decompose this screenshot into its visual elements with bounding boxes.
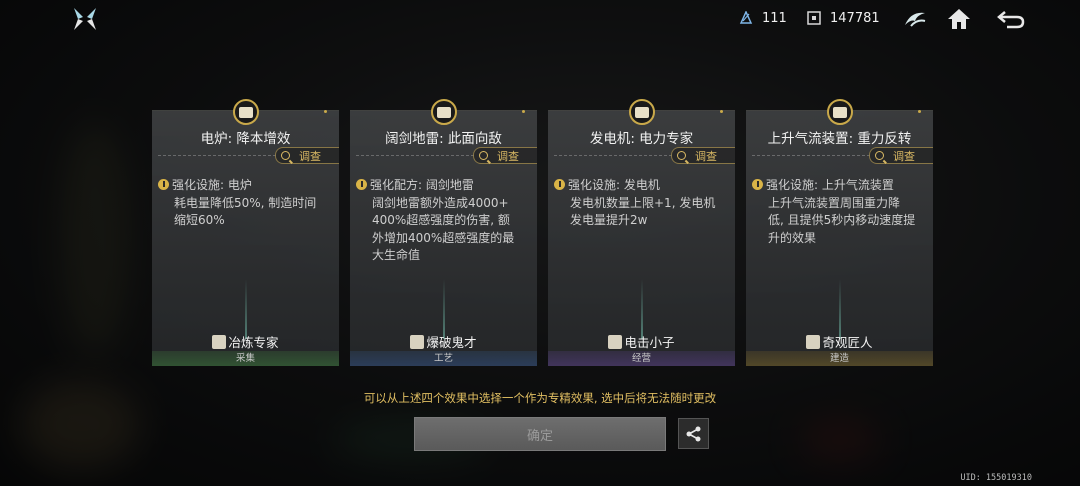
corner-dot bbox=[324, 110, 327, 113]
inspect-button[interactable]: 调查 bbox=[869, 147, 933, 164]
light-beam bbox=[640, 279, 643, 339]
category-tag: 采集 bbox=[152, 351, 339, 366]
inspect-button[interactable]: 调查 bbox=[671, 147, 735, 164]
card-title: 电炉: 降本增效 bbox=[200, 131, 291, 147]
generator-badge-icon bbox=[628, 99, 655, 125]
effect-line: 耗电量降低50%, 制造时间 bbox=[174, 195, 317, 210]
furnace-badge-icon bbox=[232, 99, 259, 125]
info-icon bbox=[356, 179, 367, 190]
effect-description: 强化设施: 上升气流装置 上升气流装置周围重力降 低, 且提供5秒内移动速度提 … bbox=[752, 177, 925, 247]
specialization-card-updraft[interactable]: 上升气流装置: 重力反转 调查 强化设施: 上升气流装置 上升气流装置周围重力降… bbox=[746, 99, 933, 366]
inspect-label: 调查 bbox=[497, 149, 519, 163]
effect-line: 强化设施: 电炉 bbox=[172, 178, 252, 192]
talent-name: 冶炼专家 bbox=[228, 335, 279, 350]
category-tag: 建造 bbox=[746, 351, 933, 366]
confirm-button[interactable]: 确定 bbox=[414, 417, 666, 451]
talent-icon bbox=[806, 334, 821, 349]
effect-line: 强化配方: 阔剑地雷 bbox=[370, 178, 474, 192]
share-button[interactable] bbox=[678, 418, 709, 449]
mode-icon[interactable] bbox=[900, 6, 930, 32]
talent-label: 电击小子 bbox=[548, 332, 735, 351]
inspect-label: 调查 bbox=[695, 149, 717, 163]
effect-description: 强化配方: 阔剑地雷 阔剑地雷额外造成4000+ 400%超感强度的伤害, 额 … bbox=[356, 177, 529, 265]
crystal-icon bbox=[738, 10, 754, 26]
effect-line: 400%超感强度的伤害, 额 bbox=[372, 213, 510, 227]
currency-value: 147781 bbox=[830, 10, 880, 26]
effect-line: 强化设施: 上升气流装置 bbox=[766, 178, 894, 192]
crystal-value: 111 bbox=[762, 10, 787, 26]
talent-name: 奇观匠人 bbox=[822, 335, 873, 350]
top-bar: 111 147781 bbox=[0, 0, 1080, 40]
crystal-counter: 111 bbox=[738, 10, 787, 26]
light-beam bbox=[442, 279, 445, 339]
claymore-badge-icon bbox=[430, 99, 457, 125]
corner-dot bbox=[720, 110, 723, 113]
category-tag: 工艺 bbox=[350, 351, 537, 366]
card-title: 上升气流装置: 重力反转 bbox=[767, 131, 912, 147]
specialization-card-electric-furnace[interactable]: 电炉: 降本增效 调查 强化设施: 电炉 耗电量降低50%, 制造时间 缩短60… bbox=[152, 99, 339, 366]
inspect-label: 调查 bbox=[893, 149, 915, 163]
corner-dot bbox=[522, 110, 525, 113]
talent-label: 奇观匠人 bbox=[746, 332, 933, 351]
effect-line: 阔剑地雷额外造成4000+ bbox=[372, 195, 509, 210]
talent-name: 电击小子 bbox=[624, 335, 675, 350]
inspect-label: 调查 bbox=[299, 149, 321, 163]
info-icon bbox=[554, 179, 565, 190]
talent-label: 冶炼专家 bbox=[152, 332, 339, 351]
title-divider bbox=[554, 155, 672, 156]
effect-line: 升的效果 bbox=[768, 230, 817, 245]
card-title: 阔剑地雷: 此面向敌 bbox=[385, 131, 502, 147]
effect-description: 强化设施: 电炉 耗电量降低50%, 制造时间 缩短60% bbox=[158, 177, 331, 230]
card-title: 发电机: 电力专家 bbox=[589, 131, 694, 147]
magnifier-icon bbox=[281, 151, 290, 160]
info-icon bbox=[158, 179, 169, 190]
effect-line: 低, 且提供5秒内移动速度提 bbox=[768, 213, 916, 227]
home-icon[interactable] bbox=[944, 6, 974, 32]
corner-dot bbox=[918, 110, 921, 113]
effect-description: 强化设施: 发电机 发电机数量上限+1, 发电机 发电量提升2w bbox=[554, 177, 727, 230]
talent-name: 爆破鬼才 bbox=[426, 335, 477, 350]
effect-line: 发电机数量上限+1, 发电机 bbox=[570, 195, 716, 210]
category-tag: 经营 bbox=[548, 351, 735, 366]
specialization-card-generator[interactable]: 发电机: 电力专家 调查 强化设施: 发电机 发电机数量上限+1, 发电机 发电… bbox=[548, 99, 735, 366]
talent-icon bbox=[608, 334, 623, 349]
currency-icon bbox=[806, 10, 822, 26]
currency-counter: 147781 bbox=[806, 10, 880, 26]
magnifier-icon bbox=[677, 151, 686, 160]
share-icon bbox=[686, 426, 700, 441]
magnifier-icon bbox=[479, 151, 488, 160]
talent-icon bbox=[212, 334, 227, 349]
effect-line: 强化设施: 发电机 bbox=[568, 178, 660, 192]
effect-line: 大生命值 bbox=[372, 248, 421, 262]
effect-line: 上升气流装置周围重力降 bbox=[768, 195, 901, 210]
inspect-button[interactable]: 调查 bbox=[473, 147, 537, 164]
updraft-badge-icon bbox=[826, 99, 853, 125]
selection-hint: 可以从上述四个效果中选择一个作为专精效果, 选中后将无法随时更改 bbox=[363, 391, 717, 405]
talent-label: 爆破鬼才 bbox=[350, 332, 537, 351]
title-divider bbox=[752, 155, 870, 156]
effect-line: 缩短60% bbox=[174, 213, 225, 227]
user-id: UID: 155019310 bbox=[960, 473, 1032, 483]
talent-icon bbox=[410, 334, 425, 349]
light-beam bbox=[838, 279, 841, 339]
effect-line: 发电量提升2w bbox=[570, 213, 648, 227]
specialization-card-claymore[interactable]: 阔剑地雷: 此面向敌 调查 强化配方: 阔剑地雷 阔剑地雷额外造成4000+ 4… bbox=[350, 99, 537, 366]
title-divider bbox=[356, 155, 474, 156]
info-icon bbox=[752, 179, 763, 190]
title-divider bbox=[158, 155, 276, 156]
back-icon[interactable] bbox=[996, 6, 1026, 32]
magnifier-icon bbox=[875, 151, 884, 160]
light-beam bbox=[244, 279, 247, 339]
effect-line: 外增加400%超感强度的最 bbox=[372, 230, 515, 245]
inspect-button[interactable]: 调查 bbox=[275, 147, 339, 164]
game-logo-icon bbox=[72, 6, 98, 32]
